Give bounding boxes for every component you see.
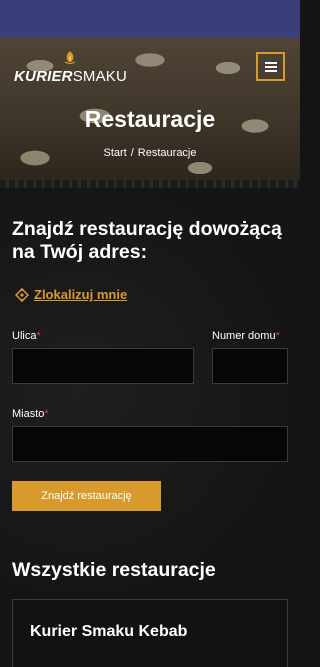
house-number-label: Numer domu* <box>212 329 280 343</box>
city-input[interactable] <box>12 426 288 462</box>
house-number-label-text: Numer domu <box>212 330 276 342</box>
status-bar <box>0 0 300 38</box>
brand-name: KURIERSMAKU <box>14 69 127 85</box>
street-label-text: Ulica <box>12 330 37 342</box>
street-label: Ulica* <box>12 329 41 343</box>
menu-button[interactable] <box>256 52 285 81</box>
required-mark: * <box>44 408 49 420</box>
page-header: KURIERSMAKU Restauracje Start / Restauracj… <box>0 38 300 188</box>
restaurant-card[interactable]: Kurier Smaku Kebab <box>12 599 288 667</box>
house-number-input[interactable] <box>212 348 288 384</box>
city-label: Miasto* <box>12 407 49 421</box>
hamburger-icon <box>264 61 277 72</box>
flame-icon <box>64 51 76 65</box>
crosshair-icon <box>15 287 29 302</box>
locate-me-label[interactable]: Zlokalizuj mnie <box>34 287 127 302</box>
required-mark: * <box>36 330 41 342</box>
restaurant-finder: Znajdź restaurację dowożącą na Twój adre… <box>0 188 300 667</box>
brand-name-bold: KURIER <box>14 68 73 85</box>
hero-edge-pattern <box>0 180 300 188</box>
breadcrumb-current: Restauracje <box>137 147 197 159</box>
all-restaurants-heading: Wszystkie restauracje <box>12 559 216 581</box>
breadcrumb-home[interactable]: Start <box>104 147 127 159</box>
breadcrumb: Start / Restauracje <box>0 146 300 160</box>
breadcrumb-separator: / <box>130 147 134 159</box>
find-restaurant-button[interactable]: Znajdź restaurację <box>12 481 161 511</box>
restaurant-name[interactable]: Kurier Smaku Kebab <box>30 622 187 642</box>
required-mark: * <box>275 330 280 342</box>
locate-me-link[interactable]: Zlokalizuj mnie <box>15 287 127 302</box>
street-input[interactable] <box>12 348 194 384</box>
search-heading: Znajdź restaurację dowożącą na Twój adre… <box>12 218 282 263</box>
brand-logo[interactable]: KURIERSMAKU <box>14 50 134 86</box>
city-label-text: Miasto <box>12 408 45 420</box>
brand-name-light: SMAKU <box>72 68 128 85</box>
page-title: Restauracje <box>84 106 216 132</box>
